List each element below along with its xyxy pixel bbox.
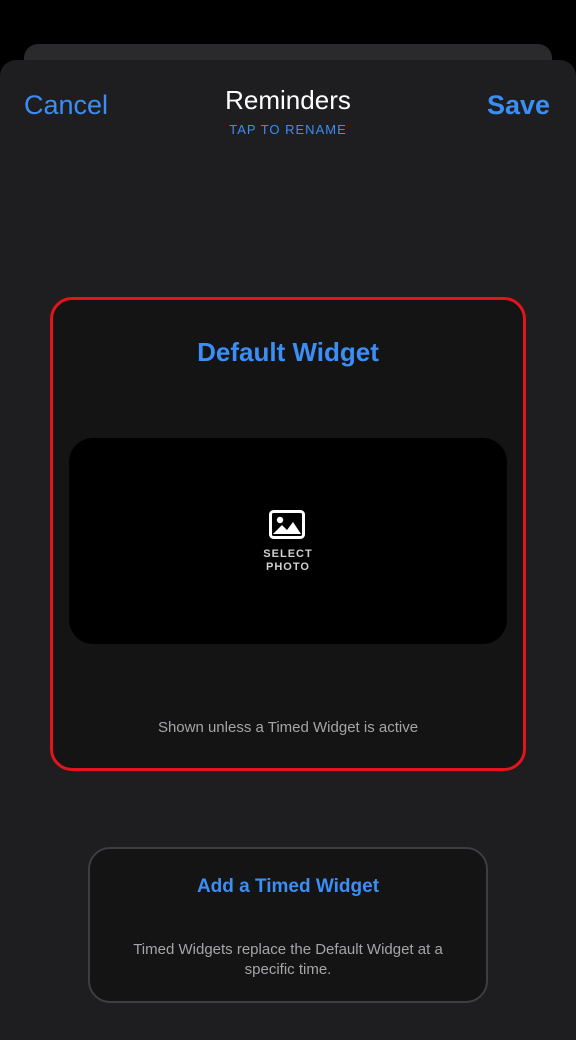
add-timed-widget-button[interactable]: Add a Timed Widget Timed Widgets replace… (88, 847, 488, 1003)
default-widget-card: Default Widget SELECT PHOTO Shown unless… (50, 297, 526, 771)
default-widget-title: Default Widget (197, 337, 379, 367)
select-photo-label-line-1: SELECT (263, 548, 313, 560)
select-photo-button[interactable]: SELECT PHOTO (69, 438, 507, 644)
add-timed-widget-title: Add a Timed Widget (196, 876, 380, 897)
photo-icon (269, 510, 305, 539)
save-button[interactable]: Save (487, 88, 550, 122)
default-widget-description: Shown unless a Timed Widget is active (157, 719, 419, 736)
timed-widget-description: Timed Widgets replace the Default Widget… (133, 941, 443, 978)
select-photo-label: SELECT PHOTO (69, 548, 507, 574)
select-photo-label-line-2: PHOTO (266, 561, 310, 573)
tap-to-rename-link[interactable]: TAP TO RENAME (0, 122, 576, 138)
